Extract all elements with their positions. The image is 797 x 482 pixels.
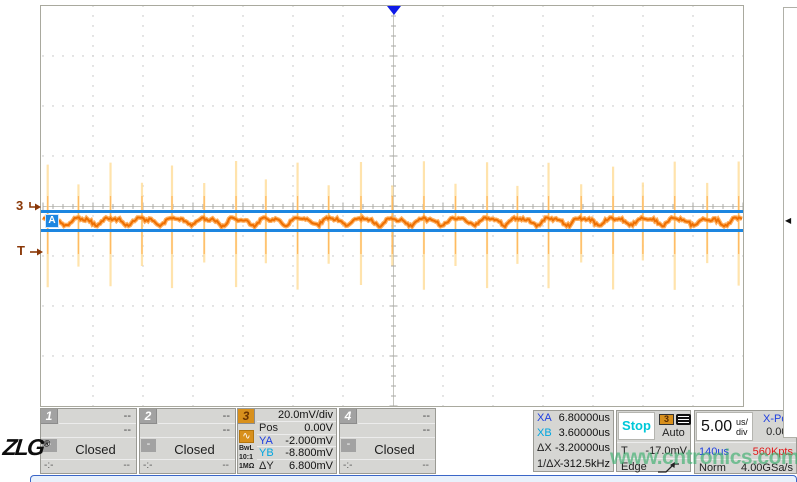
channel4-value2: -- xyxy=(423,424,430,436)
channel1-bottom-left: -:- xyxy=(44,460,53,471)
channel1-state: Closed xyxy=(55,442,136,457)
cursor-invdx-value: -312.5kHz xyxy=(560,458,610,470)
channel4-bottom-left: -:- xyxy=(343,460,352,471)
run-stop-button[interactable]: Stop xyxy=(618,412,655,440)
channel4-value1: -- xyxy=(423,410,430,422)
cursor-xa-label: XA xyxy=(537,412,552,424)
zoom-window-band[interactable] xyxy=(41,210,743,232)
channel3-pos-label: Pos xyxy=(259,422,278,434)
timebase-unit-1: us/ xyxy=(736,417,748,427)
channel4-bottom-right: -- xyxy=(422,460,429,471)
channel4-box[interactable]: 4 -- -- - Closed -:- -- xyxy=(339,408,436,474)
channel3-bwl-label: BwL xyxy=(239,445,254,453)
channel3-dy-value: 6.800mV xyxy=(289,460,333,472)
channel3-number-badge[interactable]: 3 xyxy=(238,409,255,424)
channel3-yb-value: -8.800mV xyxy=(285,447,333,459)
cursor-xb-label: XB xyxy=(537,427,552,439)
channel4-state: Closed xyxy=(354,442,435,457)
channel3-dy-label: ΔY xyxy=(259,460,274,472)
cursor-dx-label: ΔX xyxy=(537,442,552,454)
channel3-probe-label: 10:1 xyxy=(239,454,253,462)
timebase-scale-button[interactable]: 5.00 us/ div xyxy=(696,412,753,441)
cursor-xb-value: 3.60000us xyxy=(559,427,610,439)
ch3-marker-label: 3 xyxy=(16,198,23,213)
display-area[interactable]: A xyxy=(40,5,744,407)
watermark-text: www.cntronics.com xyxy=(610,446,797,470)
trigger-level-marker[interactable]: T xyxy=(17,243,44,258)
bottom-panel-edge xyxy=(30,475,797,482)
channel2-value2: -- xyxy=(223,424,230,436)
channel3-yb-label: YB xyxy=(259,447,274,459)
cursor-invdx-label: 1/ΔX xyxy=(537,458,561,470)
channel1-value1: -- xyxy=(124,410,131,422)
channel4-number-badge[interactable]: 4 xyxy=(340,409,357,424)
channel3-scale: 20.0mV/div xyxy=(278,409,333,421)
channel3-ya-label: YA xyxy=(259,435,273,447)
channel2-value1: -- xyxy=(223,410,230,422)
channel3-coupling-icon[interactable]: ∿ xyxy=(239,430,254,443)
trigger-source-badge[interactable]: 3 xyxy=(659,414,674,425)
trigger-sweep-mode[interactable]: Auto xyxy=(656,427,691,439)
trigger-marker-arrow-icon xyxy=(29,246,44,257)
channel1-box[interactable]: 1 -- -- - Closed -:- -- xyxy=(40,408,137,474)
channel2-bottom-right: -- xyxy=(222,460,229,471)
timebase-unit-2: div xyxy=(736,427,748,437)
trigger-marker-label: T xyxy=(17,243,25,258)
ch3-waveform-trace xyxy=(41,6,743,406)
cursor-dx-value: -3.20000us xyxy=(555,442,610,454)
channel2-bottom-left: -:- xyxy=(143,460,152,471)
channel2-box[interactable]: 2 -- -- - Closed -:- -- xyxy=(139,408,236,474)
channel1-bottom-right: -- xyxy=(123,460,130,471)
timebase-scale-value: 5.00 xyxy=(701,418,732,436)
zlg-logo: ZLG® xyxy=(2,434,51,461)
registered-mark: ® xyxy=(43,438,51,448)
channel3-pos-value: 0.00V xyxy=(304,422,333,434)
trigger-position-marker[interactable] xyxy=(387,6,401,15)
panel-collapse-icon[interactable]: ◀ xyxy=(785,216,791,225)
x-cursor-readout-box: XA 6.80000us XB 3.60000us ΔX -3.20000us … xyxy=(533,410,614,472)
channel1-number-badge[interactable]: 1 xyxy=(41,409,58,424)
channel2-state: Closed xyxy=(154,442,235,457)
channel1-value2: -- xyxy=(124,424,131,436)
channel3-impedance-label: 1MΩ xyxy=(239,463,254,471)
channel3-box[interactable]: 3 ∿ BwL 10:1 1MΩ 20.0mV/div Pos 0.00V YA… xyxy=(237,408,337,474)
channel2-number-badge[interactable]: 2 xyxy=(140,409,157,424)
ch3-marker-arrow-icon xyxy=(27,201,42,212)
cursor-xa-value: 6.80000us xyxy=(559,412,610,424)
zoom-window-label: A xyxy=(45,214,59,228)
channel3-ya-value: -2.000mV xyxy=(285,435,333,447)
display-mode-icon[interactable] xyxy=(676,414,691,425)
ch3-level-marker[interactable]: 3 xyxy=(16,198,42,213)
